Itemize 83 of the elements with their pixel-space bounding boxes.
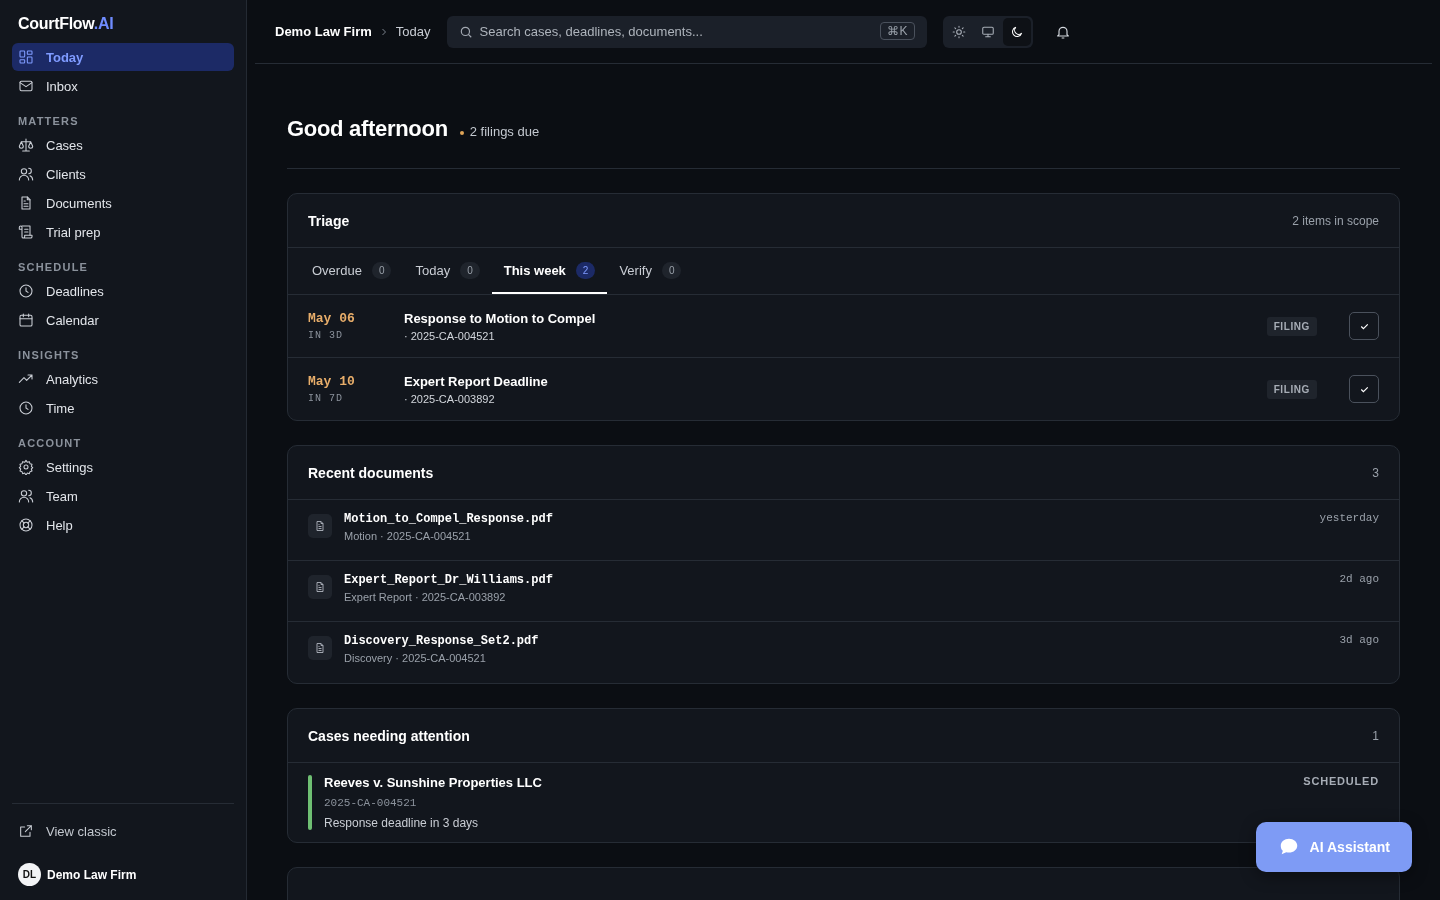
document-meta: Motion · 2025-CA-004521 [344,530,471,542]
sidebar-item[interactable]: Cases [12,131,234,159]
document-count: 3 [1372,465,1379,480]
deadline-title: Response to Motion to Compel [404,310,596,326]
view-classic-link[interactable]: View classic [12,816,234,846]
sidebar-item[interactable]: Help [12,511,234,539]
document-meta: Expert Report · 2025-CA-003892 [344,591,506,603]
case-status: SCHEDULED [1303,775,1379,787]
section-heading: SCHEDULE [17,260,90,275]
tab[interactable]: This week 2 [491,248,608,294]
file-icon [308,575,332,599]
sidebar-item[interactable]: Trial prep [12,218,234,246]
calendar-icon [18,312,34,328]
search-icon [458,24,473,39]
clock-icon [18,283,34,299]
relative-time: IN 3D [308,330,344,341]
tab[interactable]: Today 0 [403,248,492,294]
sun-icon [951,24,966,39]
section-heading: INSIGHTS [17,348,81,363]
clock-icon [18,400,34,416]
people-icon [18,166,34,182]
case-number: · 2025-CA-004521 [404,329,495,342]
document-row[interactable]: Expert_Report_Dr_Williams.pdf Expert Report · 2025-CA-003892 2d ago [288,561,1399,622]
settings-icon [18,459,34,475]
file-name: Expert_Report_Dr_Williams.pdf [344,573,553,587]
sidebar-item[interactable]: Deadlines [12,277,234,305]
moon-icon [1009,24,1024,39]
sidebar-item[interactable]: Inbox [12,72,234,100]
document-time: yesterday [1319,512,1379,524]
sidebar-item[interactable]: Team [12,482,234,510]
sidebar-item[interactable]: Analytics [12,365,234,393]
scope-count: 2 items in scope [1292,213,1379,228]
relative-time: IN 7D [308,393,344,404]
filings-status: 2 filings due [469,124,540,139]
case-count: 1 [1372,728,1379,743]
file-name: Motion_to_Compel_Response.pdf [344,512,553,526]
document-row[interactable]: Discovery_Response_Set2.pdf Discovery · 2025-CA-004521 3d ago [288,622,1399,683]
document-time: 2d ago [1339,573,1379,585]
breadcrumb-link[interactable]: Today [395,24,431,39]
tab[interactable]: Overdue 0 [300,248,404,294]
user-name: Demo Law Firm [47,867,137,882]
due-date: May 10 [308,374,356,389]
case-number: 2025-CA-004521 [324,797,417,809]
sidebar-item[interactable]: Today [12,43,234,71]
external-link-icon [18,823,34,839]
scroll-icon [18,224,34,240]
document-row[interactable]: Motion_to_Compel_Response.pdf Motion · 2025-CA-004521 yesterday [288,500,1399,561]
filing-tag: FILING [1266,316,1317,336]
theme-button[interactable] [1002,17,1031,46]
mail-icon [18,78,34,94]
card-title: Cases needing attention [308,727,470,744]
monitor-icon [980,24,995,39]
shortcut-hint: ⌘K [880,21,915,40]
sidebar-item[interactable]: Calendar [12,306,234,334]
deadline-title: Expert Report Deadline [404,373,548,389]
greeting-title: Good afternoon [287,116,448,142]
section-heading: ACCOUNT [17,436,83,451]
sidebar-item[interactable]: Documents [12,189,234,217]
filing-tag: FILING [1266,379,1317,399]
file-icon [308,514,332,538]
breadcrumb-link[interactable]: Demo Law Firm [275,24,372,39]
case-number: · 2025-CA-003892 [404,392,495,405]
people-icon [18,488,34,504]
section-heading: MATTERS [17,114,80,129]
logo[interactable]: CourtFlow.AI [12,0,120,43]
document-meta: Discovery · 2025-CA-004521 [344,652,486,664]
file-icon [308,636,332,660]
due-date: May 06 [308,311,356,326]
tab[interactable]: Verify 0 [607,248,694,294]
case-title: Reeves v. Sunshine Properties LLC [324,775,542,790]
avatar[interactable]: DL [18,863,41,886]
dashboard-icon [18,49,34,65]
document-time: 3d ago [1339,634,1379,646]
sidebar-item[interactable]: Time [12,394,234,422]
case-note: Response deadline in 3 days [324,816,479,830]
card-title: Recent documents [308,464,434,481]
lifebuoy-icon [18,517,34,533]
file-name: Discovery_Response_Set2.pdf [344,634,539,648]
document-icon [18,195,34,211]
sidebar-item[interactable]: Clients [12,160,234,188]
card-title: Triage [308,212,350,229]
scales-icon [18,137,34,153]
sidebar-item[interactable]: Settings [12,453,234,481]
